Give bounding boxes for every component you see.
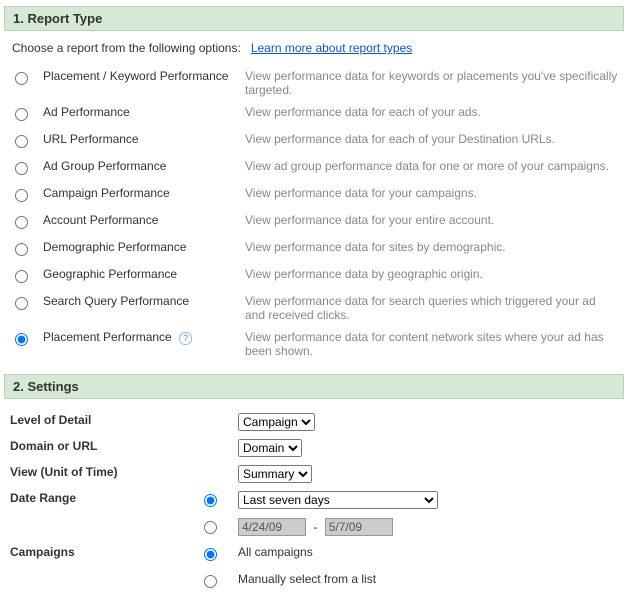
- domain-or-url-label: Domain or URL: [4, 435, 186, 461]
- report-radio[interactable]: [15, 162, 28, 175]
- report-option-account[interactable]: Account Performance View performance dat…: [4, 209, 624, 236]
- report-option-search-query[interactable]: Search Query Performance View performanc…: [4, 290, 624, 326]
- date-range-preset-radio[interactable]: [204, 494, 217, 507]
- report-label: URL Performance: [37, 128, 239, 155]
- report-desc: View performance data for your entire ac…: [239, 209, 624, 236]
- report-desc: View performance data for each of your a…: [239, 101, 624, 128]
- view-label: View (Unit of Time): [4, 461, 186, 487]
- report-label: Placement / Keyword Performance: [37, 65, 239, 101]
- report-desc: View performance data for each of your D…: [239, 128, 624, 155]
- report-option-campaign[interactable]: Campaign Performance View performance da…: [4, 182, 624, 209]
- report-desc: View performance data for sites by demog…: [239, 236, 624, 263]
- date-start-input[interactable]: [238, 518, 306, 536]
- level-of-detail-select[interactable]: Campaign: [238, 413, 315, 431]
- report-option-placement-keyword[interactable]: Placement / Keyword Performance View per…: [4, 65, 624, 101]
- report-radio[interactable]: [15, 189, 28, 202]
- campaigns-label: Campaigns: [4, 541, 186, 568]
- level-of-detail-label: Level of Detail: [4, 409, 186, 435]
- report-label: Account Performance: [37, 209, 239, 236]
- report-radio[interactable]: [15, 108, 28, 121]
- report-radio[interactable]: [15, 243, 28, 256]
- intro-text: Choose a report from the following optio…: [12, 41, 241, 55]
- report-option-demographic[interactable]: Demographic Performance View performance…: [4, 236, 624, 263]
- report-option-placement[interactable]: Placement Performance ? View performance…: [4, 326, 624, 362]
- report-option-url[interactable]: URL Performance View performance data fo…: [4, 128, 624, 155]
- report-radio[interactable]: [15, 333, 28, 346]
- date-range-label: Date Range: [4, 487, 186, 514]
- section-header-settings: 2. Settings: [4, 374, 624, 399]
- report-option-ad-group[interactable]: Ad Group Performance View ad group perfo…: [4, 155, 624, 182]
- report-label: Placement Performance ?: [37, 326, 239, 362]
- report-desc: View performance data for keywords or pl…: [239, 65, 624, 101]
- report-option-geographic[interactable]: Geographic Performance View performance …: [4, 263, 624, 290]
- report-label-text: Placement Performance: [43, 330, 172, 344]
- report-desc: View ad group performance data for one o…: [239, 155, 624, 182]
- report-label: Ad Group Performance: [37, 155, 239, 182]
- campaigns-all-label: All campaigns: [232, 541, 624, 568]
- report-type-list: Placement / Keyword Performance View per…: [4, 65, 624, 362]
- campaigns-manual-label: Manually select from a list: [232, 568, 624, 595]
- view-select[interactable]: Summary: [238, 465, 312, 483]
- learn-more-link[interactable]: Learn more about report types: [251, 41, 412, 55]
- date-range-separator: -: [313, 520, 317, 534]
- report-label: Geographic Performance: [37, 263, 239, 290]
- domain-or-url-select[interactable]: Domain: [238, 439, 302, 457]
- settings-panel: Level of Detail Campaign Domain or URL D…: [4, 409, 624, 595]
- report-label: Campaign Performance: [37, 182, 239, 209]
- report-radio[interactable]: [15, 297, 28, 310]
- report-radio[interactable]: [15, 270, 28, 283]
- date-range-custom-radio[interactable]: [204, 521, 217, 534]
- report-desc: View performance data for search queries…: [239, 290, 624, 326]
- date-end-input[interactable]: [325, 518, 393, 536]
- report-radio[interactable]: [15, 135, 28, 148]
- report-desc: View performance data for content networ…: [239, 326, 624, 362]
- report-option-ad[interactable]: Ad Performance View performance data for…: [4, 101, 624, 128]
- help-icon[interactable]: ?: [179, 332, 192, 345]
- section-header-report-type: 1. Report Type: [4, 6, 624, 31]
- date-range-preset-select[interactable]: Last seven days: [238, 491, 438, 509]
- campaigns-manual-radio[interactable]: [204, 575, 217, 588]
- report-label: Demographic Performance: [37, 236, 239, 263]
- report-label: Search Query Performance: [37, 290, 239, 326]
- report-desc: View performance data by geographic orig…: [239, 263, 624, 290]
- report-label: Ad Performance: [37, 101, 239, 128]
- report-radio[interactable]: [15, 216, 28, 229]
- report-desc: View performance data for your campaigns…: [239, 182, 624, 209]
- report-radio[interactable]: [15, 72, 28, 85]
- campaigns-all-radio[interactable]: [204, 548, 217, 561]
